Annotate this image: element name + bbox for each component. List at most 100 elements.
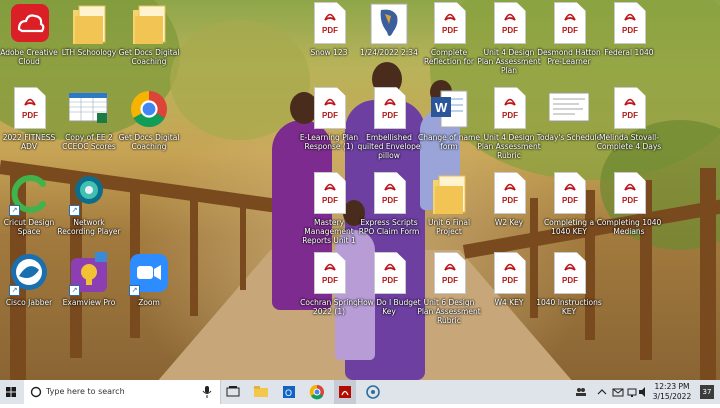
folder-icon — [133, 5, 166, 44]
desktop-icon[interactable]: Get Docs Digital Coaching — [119, 0, 179, 76]
notification-center-button[interactable]: 37 — [700, 385, 714, 399]
desktop-icon[interactable]: ↗ Network Recording Player — [57, 170, 121, 246]
desktop-icon[interactable]: ↗ Cisco Jabber — [0, 250, 58, 326]
desktop-icon[interactable]: PDF Embellished quilted Envelope pillow — [358, 85, 420, 161]
desktop-icon-image — [9, 2, 49, 46]
desktop-icon-image: PDF — [609, 2, 649, 46]
microphone-icon[interactable] — [202, 386, 212, 398]
shortcut-arrow-icon: ↗ — [9, 285, 20, 296]
desktop-icon-label: Federal 1040 — [604, 48, 654, 57]
desktop-icon[interactable]: PDF Cochran Spring 2022 (1) — [300, 250, 358, 326]
desktop-icon[interactable]: Copy of EE 2 CCEOC Scores — [60, 85, 118, 161]
recording-app-button[interactable] — [362, 380, 384, 404]
start-button[interactable] — [0, 380, 22, 404]
pdf-icon: PDF — [614, 172, 646, 214]
desktop-icon[interactable]: PDF 2022 FITNESS ADV — [0, 85, 58, 161]
clock-time: 12:23 PM — [654, 382, 690, 391]
desktop-icon-label: Zoom — [138, 298, 160, 307]
desktop-icon-image: PDF — [429, 252, 469, 296]
acrobat-button[interactable] — [334, 380, 356, 404]
file-explorer-button[interactable] — [250, 380, 272, 404]
desktop-icon-image: PDF — [489, 2, 529, 46]
people-icon — [576, 388, 586, 396]
pdf-icon: PDF — [314, 172, 346, 214]
search-icon — [30, 386, 42, 398]
desktop-icon[interactable]: PDF W4 KEY — [480, 250, 538, 326]
desktop-icon[interactable]: PDF Melinda Stovall-Complete 4 Days — [597, 85, 661, 161]
clock-date: 3/15/2022 — [652, 392, 692, 401]
desktop-icon[interactable]: PDF Unit 4 Design Plan Assessment Rubric — [477, 85, 541, 161]
pdf-icon: PDF — [494, 87, 526, 129]
svg-text:W: W — [435, 100, 448, 115]
desktop-icon[interactable]: PDF Federal 1040 — [600, 0, 658, 76]
desktop-icon[interactable]: PDF Desmond Hatton Pre-Learner — [537, 0, 601, 76]
pdf-icon: PDF — [314, 2, 346, 44]
desktop-icon-label: Embellished quilted Envelope pillow — [357, 133, 421, 160]
desktop-icon[interactable]: PDF How Do I Budget Key — [357, 250, 421, 326]
desktop-icon[interactable]: PDF Express Scripts RPO Claim Form — [359, 170, 419, 246]
desktop-icon[interactable]: ↗ Zoom — [120, 250, 178, 326]
desktop-icon[interactable]: Adobe Creative Cloud — [0, 0, 58, 76]
desktop-icon[interactable]: ↗ Examview Pro — [60, 250, 118, 326]
desktop-icon-image: PDF — [309, 172, 349, 216]
folder-icon — [73, 5, 106, 44]
desktop-icon-image — [69, 2, 109, 46]
desktop-icon[interactable]: Today's Schedule — [537, 85, 601, 161]
desktop-icon-image: PDF — [429, 2, 469, 46]
desktop-icon[interactable]: 1/24/2022 2:34 — [360, 0, 418, 76]
desktop-icon[interactable]: PDF Complete Reflection for — [420, 0, 478, 76]
people-button[interactable] — [574, 380, 588, 404]
desktop-icon-label: 2022 FITNESS ADV — [2, 133, 56, 151]
desktop-icon[interactable]: Get Docs Digital Coaching — [119, 85, 179, 161]
desktop-icon-image: PDF — [549, 2, 589, 46]
task-view-button[interactable] — [222, 380, 244, 404]
mail-tray-button[interactable] — [612, 380, 624, 404]
desktop-icon-image: ↗ — [69, 252, 109, 296]
desktop-icon-image: PDF — [309, 87, 349, 131]
shortcut-arrow-icon: ↗ — [69, 285, 80, 296]
pdf-icon: PDF — [14, 87, 46, 129]
desktop-icon-label: Desmond Hatton Pre-Learner — [537, 48, 601, 66]
desktop-icon-image — [369, 2, 409, 46]
desktop-icon-image: PDF — [369, 87, 409, 131]
desktop-icon[interactable]: PDF Snow 123 — [300, 0, 358, 76]
desktop-icon[interactable]: PDF Unit 6 Design Plan Assessment Rubric — [417, 250, 481, 326]
desktop-icon[interactable]: PDF Mastery Management Reports Unit 1 — [300, 170, 358, 246]
desktop-icon-label: Copy of EE 2 CCEOC Scores — [62, 133, 116, 151]
network-tray-button[interactable] — [626, 380, 638, 404]
desktop-icon[interactable]: PDF Completing 1040 Medians — [597, 170, 661, 246]
desktop-icon[interactable]: PDF E-Learning Plan Response (1) — [300, 85, 358, 161]
search-box[interactable]: Type here to search — [24, 380, 221, 404]
desktop-icon[interactable]: PDF Completing a 1040 KEY — [540, 170, 598, 246]
desktop-icon[interactable]: PDF Unit 4 Design Plan Assessment Plan — [477, 0, 541, 76]
desktop-icon[interactable]: PDF W2 Key — [480, 170, 538, 246]
desktop-icon-image — [129, 2, 169, 46]
show-hidden-icons-button[interactable] — [596, 380, 608, 404]
desktop-icon-label: Unit 6 Design Plan Assessment Rubric — [417, 298, 481, 325]
desktop-icon-image: PDF — [309, 2, 349, 46]
chrome-button[interactable] — [306, 380, 328, 404]
desktop-icon-label: Cricut Design Space — [3, 218, 55, 236]
clock[interactable]: 12:23 PM 3/15/2022 — [648, 382, 696, 402]
volume-tray-button[interactable] — [638, 380, 648, 404]
desktop-icon-label: E-Learning Plan Response (1) — [299, 133, 359, 151]
desktop-icon[interactable]: ↗ Cricut Design Space — [0, 170, 58, 246]
creative-cloud-icon — [11, 4, 49, 42]
desktop-icon-label: Melinda Stovall-Complete 4 Days — [596, 133, 662, 151]
pdf-icon: PDF — [314, 252, 346, 294]
desktop-icon[interactable]: W Change of name form — [418, 85, 480, 161]
desktop-icon[interactable]: Unit 6 Final Project — [420, 170, 478, 246]
desktop-icon-image: PDF — [489, 87, 529, 131]
desktop-icon[interactable]: LTH Schoology — [60, 0, 118, 76]
folder-icon — [433, 175, 466, 214]
desktop-icon-image: PDF — [609, 172, 649, 216]
desktop-icon-image: PDF — [489, 172, 529, 216]
outlook-button[interactable]: O — [278, 380, 300, 404]
desktop-icon-label: LTH Schoology — [61, 48, 117, 57]
pdf-icon: PDF — [374, 252, 406, 294]
desktop-icon[interactable]: PDF 1040 Instructions KEY — [536, 250, 602, 326]
desktop-icon-image — [129, 87, 169, 131]
folder-icon — [254, 386, 268, 397]
desktop-icon-label: Adobe Creative Cloud — [0, 48, 58, 66]
notification-count: 37 — [702, 388, 712, 396]
